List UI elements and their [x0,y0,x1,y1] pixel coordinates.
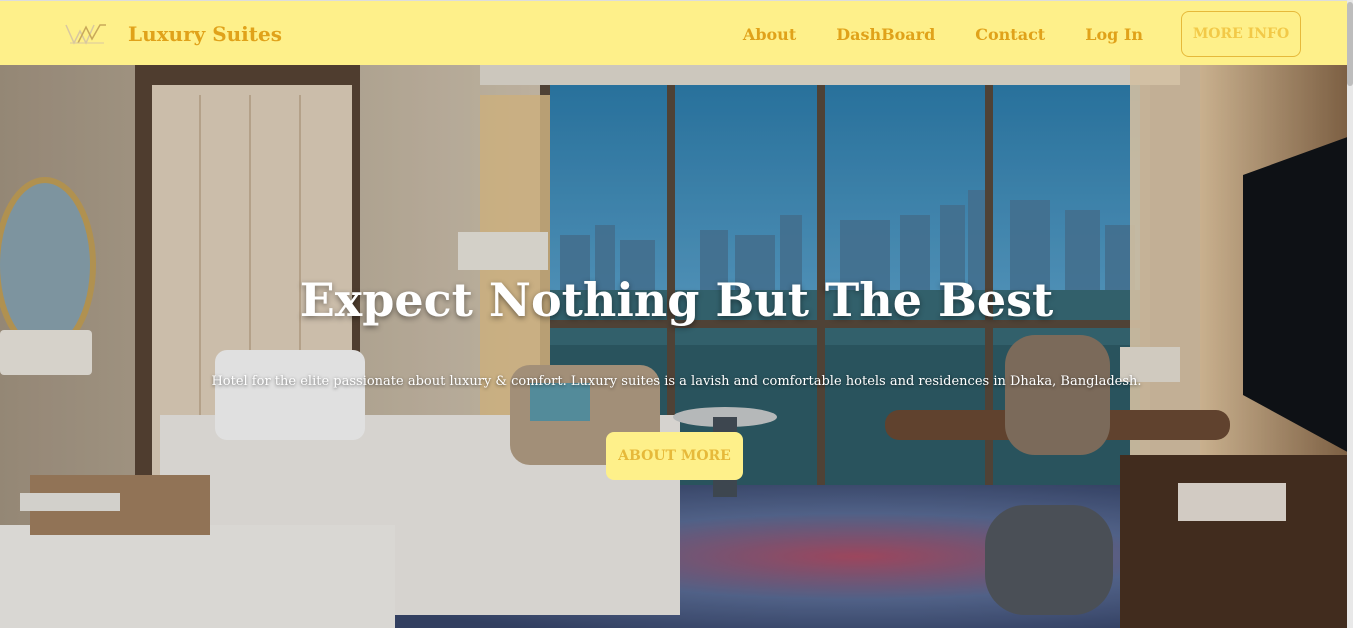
nav-about-link[interactable]: About [743,25,796,44]
brand[interactable]: Luxury Suites [64,17,282,51]
nav-links: About DashBoard Contact Log In MORE INFO [703,10,1301,58]
about-more-button[interactable]: ABOUT MORE [606,432,743,480]
nav-dashboard-link[interactable]: DashBoard [836,25,935,44]
nav-contact-link[interactable]: Contact [975,25,1045,44]
scrollbar-thumb[interactable] [1347,2,1353,86]
more-info-button[interactable]: MORE INFO [1181,11,1301,57]
hero-title: Expect Nothing But The Best [299,273,1054,327]
brand-name: Luxury Suites [128,22,282,46]
hero-overlay [0,65,1353,628]
crown-logo-icon [65,24,106,45]
navbar: Luxury Suites About DashBoard Contact Lo… [0,0,1353,65]
hero-subtitle: Hotel for the elite passionate about lux… [211,374,1142,389]
page-scrollbar[interactable] [1347,0,1353,628]
nav-login-link[interactable]: Log In [1085,25,1143,44]
hero-section: Expect Nothing But The Best Hotel for th… [0,65,1353,628]
